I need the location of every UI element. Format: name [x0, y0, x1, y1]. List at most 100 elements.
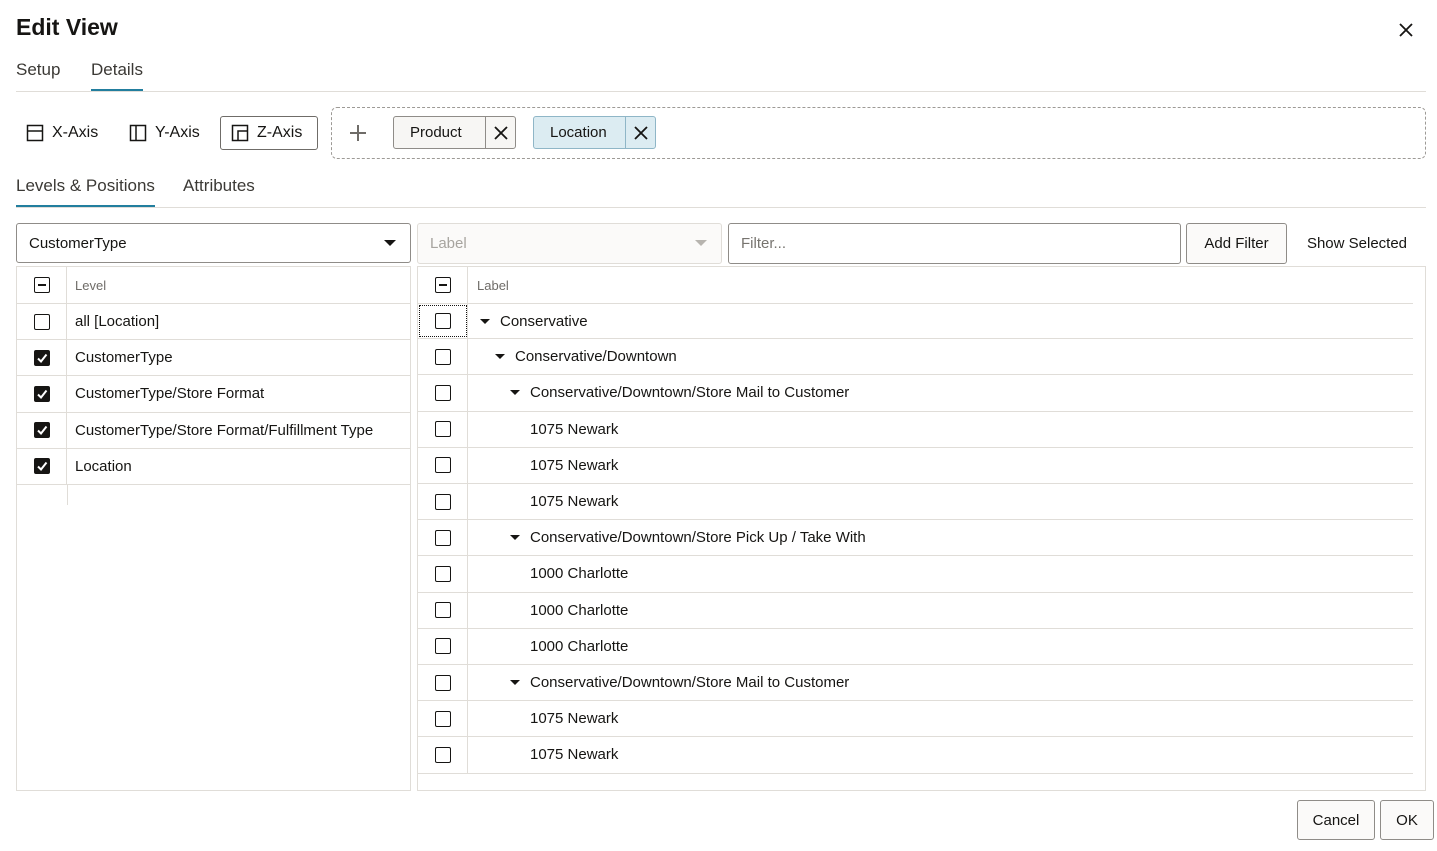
checkbox[interactable]: [434, 348, 451, 365]
remove-product-button[interactable]: [485, 117, 515, 148]
position-cell: Conservative/Downtown/Store Pick Up / Ta…: [468, 529, 866, 546]
checkbox-cell: [418, 665, 468, 701]
close-icon: [633, 125, 648, 140]
checkbox[interactable]: [434, 602, 451, 619]
position-row[interactable]: Conservative/Downtown/Store Mail to Cust…: [418, 375, 1413, 412]
checkbox[interactable]: [434, 457, 451, 474]
z-axis-button[interactable]: Z-Axis: [220, 116, 318, 150]
x-axis-button[interactable]: X-Axis: [15, 116, 109, 150]
checkbox[interactable]: [434, 565, 451, 582]
add-filter-button[interactable]: Add Filter: [1186, 223, 1287, 264]
checkbox[interactable]: [434, 674, 451, 691]
checkbox[interactable]: [434, 313, 451, 330]
select-all-cell: [418, 267, 468, 303]
tab-attributes[interactable]: Attributes: [183, 176, 255, 207]
chip-label-product[interactable]: Product: [394, 117, 485, 148]
caret-down-icon[interactable]: [510, 680, 520, 686]
add-dimension-button[interactable]: [343, 118, 373, 148]
checked-checkbox[interactable]: [33, 349, 50, 366]
checkbox[interactable]: [434, 746, 451, 763]
position-cell: 1000 Charlotte: [468, 565, 628, 582]
cancel-button[interactable]: Cancel: [1297, 800, 1375, 840]
position-label: Conservative: [500, 312, 588, 330]
y-axis-button[interactable]: Y-Axis: [118, 116, 211, 150]
position-row[interactable]: Conservative/Downtown/Store Mail to Cust…: [418, 665, 1413, 702]
close-icon: [493, 125, 508, 140]
position-row[interactable]: Conservative/Downtown: [418, 339, 1413, 376]
level-row[interactable]: all [Location]: [17, 304, 410, 341]
level-row[interactable]: Location: [17, 448, 410, 485]
position-cell: 1075 Newark: [468, 710, 618, 727]
plus-icon: [350, 125, 366, 141]
checkbox-cell: [418, 556, 468, 592]
checkbox[interactable]: [434, 421, 451, 438]
checkbox-cell: [418, 304, 468, 339]
tab-setup[interactable]: Setup: [16, 60, 60, 91]
position-row[interactable]: 1000 Charlotte: [418, 628, 1413, 665]
position-row[interactable]: Conservative/Downtown/Store Pick Up / Ta…: [418, 520, 1413, 557]
level-select[interactable]: CustomerType: [16, 223, 411, 263]
checkbox[interactable]: [434, 493, 451, 510]
caret-down-icon[interactable]: [510, 535, 520, 541]
position-cell: Conservative/Downtown/Store Mail to Cust…: [468, 384, 849, 401]
chip-label-location[interactable]: Location: [534, 117, 625, 148]
checkbox[interactable]: [434, 638, 451, 655]
check-icon: [36, 389, 47, 399]
position-cell: 1075 Newark: [468, 746, 618, 763]
select-all-positions-checkbox[interactable]: [434, 277, 451, 293]
ok-button[interactable]: OK: [1380, 800, 1434, 840]
position-row[interactable]: 1000 Charlotte: [418, 592, 1413, 629]
filter-input[interactable]: [728, 223, 1181, 264]
level-row[interactable]: CustomerType/Store Format: [17, 376, 410, 413]
level-label: CustomerType/Store Format/Fulfillment Ty…: [75, 421, 374, 439]
checked-checkbox[interactable]: [33, 422, 50, 439]
check-icon: [36, 353, 47, 363]
tab-details[interactable]: Details: [91, 60, 143, 91]
levels-grid: Level all [Location] CustomerType Customer…: [16, 266, 411, 791]
position-label: 1000 Charlotte: [530, 601, 629, 619]
position-row[interactable]: 1075 Newark: [418, 484, 1413, 521]
checkbox-cell: [418, 411, 468, 447]
level-row[interactable]: CustomerType/Store Format/Fulfillment Ty…: [17, 412, 410, 449]
position-label: Conservative/Downtown/Store Pick Up / Ta…: [530, 529, 866, 547]
caret-down-icon[interactable]: [480, 318, 490, 324]
position-row[interactable]: 1075 Newark: [418, 737, 1413, 774]
position-label: 1075 Newark: [530, 746, 619, 764]
label-select-value: Label: [430, 235, 467, 252]
checked-checkbox[interactable]: [33, 385, 50, 402]
checkbox[interactable]: [434, 384, 451, 401]
level-row[interactable]: CustomerType: [17, 340, 410, 377]
position-row[interactable]: 1075 Newark: [418, 701, 1413, 738]
positions-grid-header: Label: [418, 267, 1413, 303]
checkbox-cell: [418, 592, 468, 628]
sub-tabs: Levels & Positions Attributes: [16, 176, 1426, 208]
x-axis-icon: [26, 124, 44, 142]
check-icon: [36, 426, 47, 436]
select-all-levels-checkbox[interactable]: [33, 277, 50, 293]
chevron-down-icon: [695, 240, 707, 246]
checkbox-cell: [418, 737, 468, 773]
checkbox[interactable]: [434, 710, 451, 727]
position-cell: Conservative/Downtown: [468, 348, 677, 365]
checkbox-cell: [17, 412, 67, 448]
dialog-title: Edit View: [16, 14, 118, 40]
level-label: CustomerType: [75, 349, 173, 367]
chevron-down-icon: [384, 240, 396, 246]
show-selected-button[interactable]: Show Selected: [1296, 223, 1418, 264]
position-row[interactable]: 1075 Newark: [418, 447, 1413, 484]
position-row[interactable]: 1000 Charlotte: [418, 556, 1413, 593]
tab-levels-positions[interactable]: Levels & Positions: [16, 176, 155, 207]
caret-down-icon[interactable]: [510, 390, 520, 396]
checkbox[interactable]: [33, 313, 50, 330]
y-axis-icon: [129, 124, 147, 142]
checkbox-cell: [418, 701, 468, 737]
position-row[interactable]: 1075 Newark: [418, 411, 1413, 448]
z-axis-label: Z-Axis: [257, 124, 303, 141]
checkbox[interactable]: [434, 529, 451, 546]
caret-down-icon[interactable]: [495, 354, 505, 360]
close-button[interactable]: [1393, 17, 1419, 43]
checkbox-cell: [418, 375, 468, 411]
checked-checkbox[interactable]: [33, 458, 50, 475]
remove-location-button[interactable]: [625, 117, 655, 148]
position-row[interactable]: Conservative: [418, 303, 1413, 340]
